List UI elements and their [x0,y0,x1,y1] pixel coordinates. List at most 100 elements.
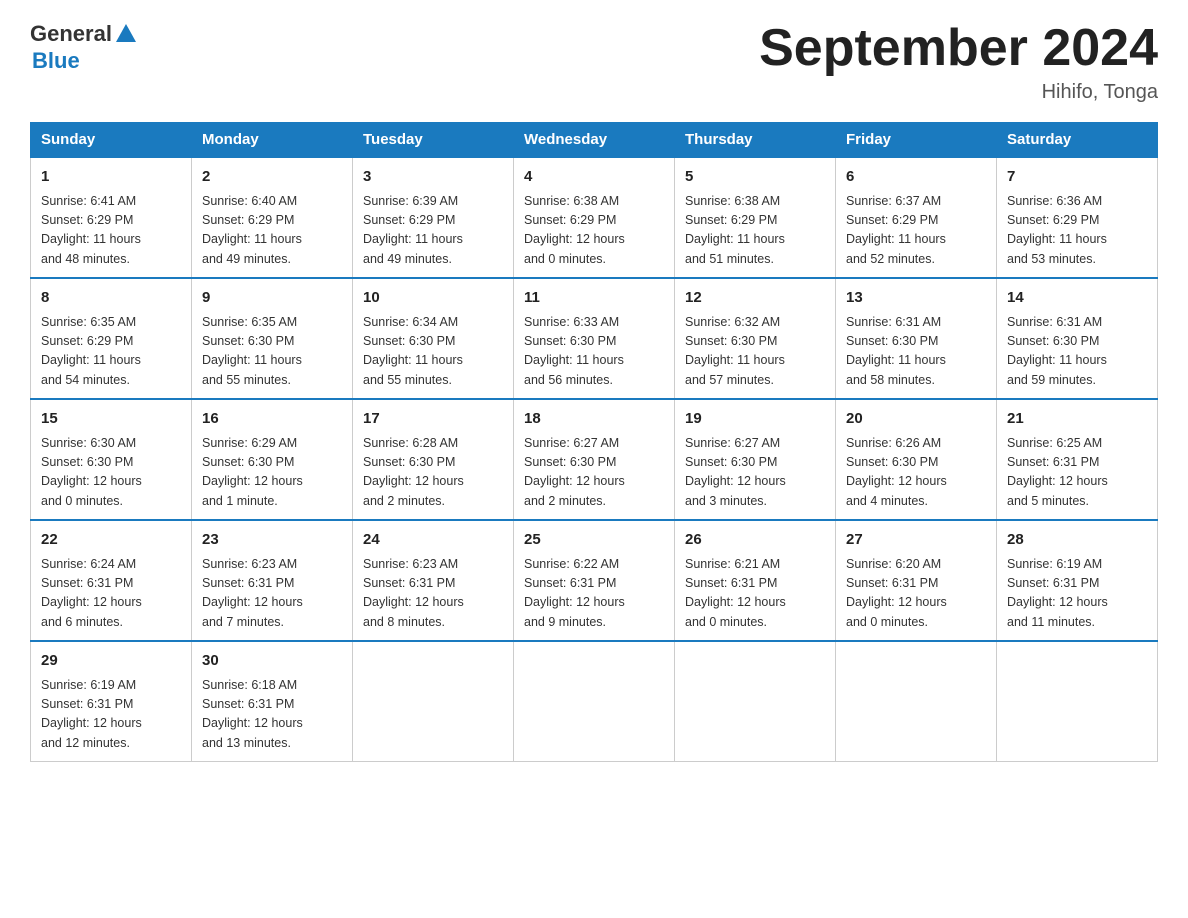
table-row [514,641,675,762]
table-row: 27Sunrise: 6:20 AMSunset: 6:31 PMDayligh… [836,520,997,641]
day-info: Sunrise: 6:23 AMSunset: 6:31 PMDaylight:… [202,555,342,633]
day-info: Sunrise: 6:21 AMSunset: 6:31 PMDaylight:… [685,555,825,633]
day-number: 21 [1007,408,1147,431]
day-number: 28 [1007,529,1147,552]
day-number: 25 [524,529,664,552]
table-row: 24 Sunrise: 6:23 AMSunset: 6:31 PMDayligh… [353,520,514,641]
day-number: 14 [1007,287,1147,310]
col-sunday: Sunday [31,123,192,158]
calendar-header-row: Sunday Monday Tuesday Wednesday Thursday… [31,123,1158,158]
logo-text-blue: Blue [32,48,80,73]
table-row: 13 Sunrise: 6:31 AMSunset: 6:30 PMDayligh… [836,278,997,399]
day-info: Sunrise: 6:24 AMSunset: 6:31 PMDaylight:… [41,555,181,633]
calendar-table: Sunday Monday Tuesday Wednesday Thursday… [30,122,1158,762]
day-info: Sunrise: 6:23 AMSunset: 6:31 PMDaylight:… [363,555,503,633]
day-info: Sunrise: 6:30 AMSunset: 6:30 PMDaylight:… [41,434,181,512]
table-row: 10 Sunrise: 6:34 AMSunset: 6:30 PMDayligh… [353,278,514,399]
month-title: September 2024 [759,20,1158,77]
day-number: 18 [524,408,664,431]
table-row [997,641,1158,762]
col-friday: Friday [836,123,997,158]
table-row: 17Sunrise: 6:28 AMSunset: 6:30 PMDayligh… [353,399,514,520]
table-row: 26 Sunrise: 6:21 AMSunset: 6:31 PMDayligh… [675,520,836,641]
calendar-row: 22Sunrise: 6:24 AMSunset: 6:31 PMDayligh… [31,520,1158,641]
location: Hihifo, Tonga [759,81,1158,104]
day-number: 1 [41,166,181,189]
day-number: 9 [202,287,342,310]
table-row [353,641,514,762]
col-tuesday: Tuesday [353,123,514,158]
day-info: Sunrise: 6:26 AMSunset: 6:30 PMDaylight:… [846,434,986,512]
col-monday: Monday [192,123,353,158]
day-number: 2 [202,166,342,189]
table-row: 12Sunrise: 6:32 AMSunset: 6:30 PMDayligh… [675,278,836,399]
day-info: Sunrise: 6:33 AMSunset: 6:30 PMDaylight:… [524,313,664,391]
page-header: General Blue September 2024 Hihifo, Tong… [30,20,1158,104]
table-row: 14 Sunrise: 6:31 AMSunset: 6:30 PMDayligh… [997,278,1158,399]
day-number: 19 [685,408,825,431]
day-info: Sunrise: 6:18 AMSunset: 6:31 PMDaylight:… [202,676,342,754]
day-info: Sunrise: 6:34 AMSunset: 6:30 PMDaylight:… [363,313,503,391]
day-number: 5 [685,166,825,189]
day-info: Sunrise: 6:40 AMSunset: 6:29 PMDaylight:… [202,192,342,270]
col-wednesday: Wednesday [514,123,675,158]
table-row: 16 Sunrise: 6:29 AMSunset: 6:30 PMDayligh… [192,399,353,520]
day-number: 15 [41,408,181,431]
table-row: 29 Sunrise: 6:19 AMSunset: 6:31 PMDayligh… [31,641,192,762]
table-row: 9 Sunrise: 6:35 AMSunset: 6:30 PMDaylight… [192,278,353,399]
table-row: 18Sunrise: 6:27 AMSunset: 6:30 PMDayligh… [514,399,675,520]
day-info: Sunrise: 6:41 AMSunset: 6:29 PMDaylight:… [41,192,181,270]
day-info: Sunrise: 6:31 AMSunset: 6:30 PMDaylight:… [846,313,986,391]
day-number: 16 [202,408,342,431]
table-row: 8Sunrise: 6:35 AMSunset: 6:29 PMDaylight… [31,278,192,399]
day-number: 17 [363,408,503,431]
day-number: 20 [846,408,986,431]
day-number: 26 [685,529,825,552]
day-number: 3 [363,166,503,189]
day-info: Sunrise: 6:19 AMSunset: 6:31 PMDaylight:… [41,676,181,754]
day-number: 8 [41,287,181,310]
day-info: Sunrise: 6:35 AMSunset: 6:30 PMDaylight:… [202,313,342,391]
day-number: 29 [41,650,181,673]
calendar-row: 29 Sunrise: 6:19 AMSunset: 6:31 PMDayligh… [31,641,1158,762]
table-row: 30 Sunrise: 6:18 AMSunset: 6:31 PMDayligh… [192,641,353,762]
day-info: Sunrise: 6:22 AMSunset: 6:31 PMDaylight:… [524,555,664,633]
calendar-row: 8Sunrise: 6:35 AMSunset: 6:29 PMDaylight… [31,278,1158,399]
day-info: Sunrise: 6:27 AMSunset: 6:30 PMDaylight:… [685,434,825,512]
day-info: Sunrise: 6:25 AMSunset: 6:31 PMDaylight:… [1007,434,1147,512]
calendar-row: 1 Sunrise: 6:41 AMSunset: 6:29 PMDaylight… [31,157,1158,278]
day-number: 6 [846,166,986,189]
table-row [675,641,836,762]
table-row: 21 Sunrise: 6:25 AMSunset: 6:31 PMDayligh… [997,399,1158,520]
table-row [836,641,997,762]
table-row: 15 Sunrise: 6:30 AMSunset: 6:30 PMDayligh… [31,399,192,520]
day-info: Sunrise: 6:31 AMSunset: 6:30 PMDaylight:… [1007,313,1147,391]
table-row: 2 Sunrise: 6:40 AMSunset: 6:29 PMDaylight… [192,157,353,278]
day-number: 27 [846,529,986,552]
table-row: 1 Sunrise: 6:41 AMSunset: 6:29 PMDaylight… [31,157,192,278]
day-number: 4 [524,166,664,189]
table-row: 3 Sunrise: 6:39 AMSunset: 6:29 PMDaylight… [353,157,514,278]
day-info: Sunrise: 6:37 AMSunset: 6:29 PMDaylight:… [846,192,986,270]
col-thursday: Thursday [675,123,836,158]
table-row: 22Sunrise: 6:24 AMSunset: 6:31 PMDayligh… [31,520,192,641]
day-number: 13 [846,287,986,310]
day-info: Sunrise: 6:29 AMSunset: 6:30 PMDaylight:… [202,434,342,512]
table-row: 25 Sunrise: 6:22 AMSunset: 6:31 PMDayligh… [514,520,675,641]
logo-text-general: General [30,22,112,46]
day-number: 30 [202,650,342,673]
title-section: September 2024 Hihifo, Tonga [759,20,1158,104]
table-row: 20 Sunrise: 6:26 AMSunset: 6:30 PMDayligh… [836,399,997,520]
day-number: 11 [524,287,664,310]
day-info: Sunrise: 6:39 AMSunset: 6:29 PMDaylight:… [363,192,503,270]
day-number: 7 [1007,166,1147,189]
table-row: 7 Sunrise: 6:36 AMSunset: 6:29 PMDaylight… [997,157,1158,278]
logo-triangle-icon [115,22,137,44]
calendar-row: 15 Sunrise: 6:30 AMSunset: 6:30 PMDayligh… [31,399,1158,520]
day-info: Sunrise: 6:19 AMSunset: 6:31 PMDaylight:… [1007,555,1147,633]
day-info: Sunrise: 6:38 AMSunset: 6:29 PMDaylight:… [685,192,825,270]
day-number: 12 [685,287,825,310]
day-info: Sunrise: 6:36 AMSunset: 6:29 PMDaylight:… [1007,192,1147,270]
day-number: 24 [363,529,503,552]
day-number: 10 [363,287,503,310]
